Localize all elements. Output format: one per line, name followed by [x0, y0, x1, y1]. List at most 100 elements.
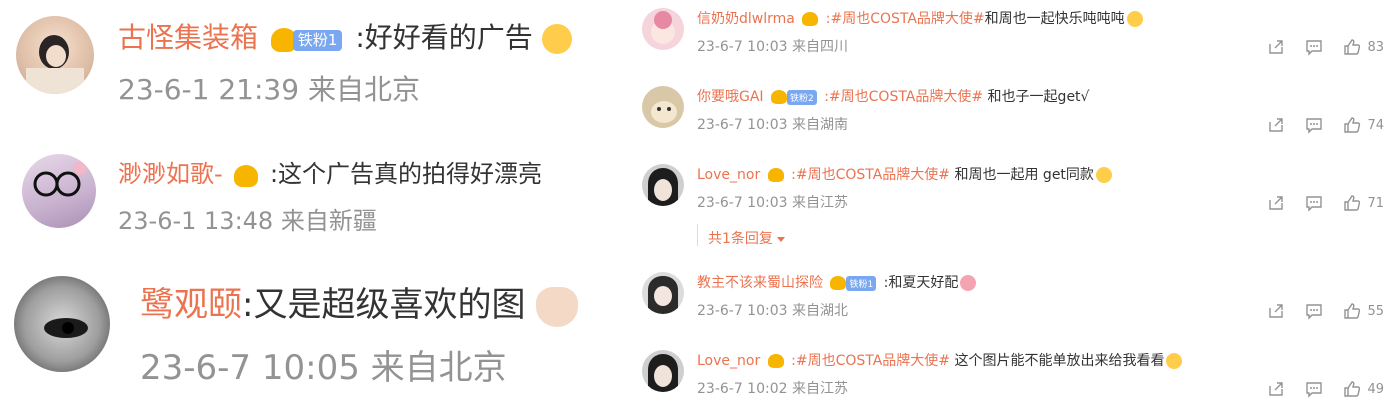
comment-line: 渺渺如歌- :这个广告真的拍得好漂亮 — [118, 156, 542, 193]
topic-link[interactable]: :#周也COSTA品牌大使# — [824, 89, 983, 105]
comment-meta: 23-6-7 10:02 来自江苏 — [697, 381, 848, 397]
avatar[interactable] — [642, 164, 684, 206]
comment-line: 你要哦GAI 铁粉2 :#周也COSTA品牌大使# 和也子一起get√ — [697, 86, 1089, 106]
username-link[interactable]: 信奶奶dlwlrma — [697, 11, 795, 27]
username-link[interactable]: Love_nor — [697, 167, 760, 183]
fan-badge[interactable]: 铁粉1 — [270, 19, 343, 59]
fan-badge[interactable] — [234, 157, 259, 193]
comment-meta: 23-6-1 21:39 来自北京 — [118, 73, 420, 106]
fan-badge[interactable]: 铁粉1 — [830, 275, 877, 291]
username-link[interactable]: Love_nor — [697, 353, 760, 369]
comment-icon — [1306, 196, 1323, 212]
comment-item: 渺渺如歌- :这个广告真的拍得好漂亮 23-6-1 13:48 来自新疆 — [0, 140, 628, 260]
comment-line: 古怪集装箱 铁粉1 :好好看的广告 — [118, 18, 572, 59]
crown-icon — [767, 167, 784, 183]
comment-item: 教主不该来蜀山探险 铁粉1 :和夏天好配 23-6-7 10:03 来自湖北 5… — [628, 272, 1396, 336]
avatar[interactable] — [642, 272, 684, 314]
username-link[interactable]: 古怪集装箱 — [118, 21, 258, 54]
pink-girl-icon — [960, 275, 977, 291]
avatar[interactable] — [642, 86, 684, 128]
comment-button[interactable] — [1305, 302, 1323, 320]
comment-meta: 23-6-7 10:03 来自湖北 — [697, 303, 848, 319]
fan-badge[interactable]: 铁粉2 — [771, 89, 817, 105]
comment-button[interactable] — [1305, 380, 1323, 398]
comment-text: 这个图片能不能单放出来给我看看 — [950, 353, 1165, 369]
like-icon — [1344, 117, 1361, 133]
comment-item: 鹭观颐:又是超级喜欢的图 23-6-7 10:05 来自北京 — [0, 270, 628, 402]
comment-button[interactable] — [1305, 38, 1323, 56]
like-icon — [1344, 195, 1361, 211]
comment-text: :好好看的广告 — [355, 21, 533, 54]
share-button[interactable] — [1267, 38, 1285, 56]
comment-item: 古怪集装箱 铁粉1 :好好看的广告 23-6-1 21:39 来自北京 — [0, 0, 628, 130]
comment-button[interactable] — [1305, 116, 1323, 134]
comment-text: :这个广告真的拍得好漂亮 — [269, 160, 543, 188]
share-icon — [1269, 118, 1284, 132]
share-button[interactable] — [1267, 194, 1285, 212]
topic-link[interactable]: :#周也COSTA品牌大使# — [791, 167, 950, 183]
comment-line: 鹭观颐:又是超级喜欢的图 — [140, 282, 579, 328]
flower-girl-sticker-icon — [536, 286, 579, 327]
caret-down-icon — [776, 237, 785, 242]
username-link[interactable]: 教主不该来蜀山探险 — [697, 275, 823, 291]
username-link[interactable]: 你要哦GAI — [697, 89, 764, 105]
comment-icon — [1306, 382, 1323, 398]
like-button[interactable]: 71 — [1343, 194, 1384, 212]
like-count: 49 — [1367, 381, 1384, 397]
topic-link[interactable]: :#周也COSTA品牌大使# — [826, 11, 985, 27]
action-bar: 49 — [1247, 380, 1384, 398]
share-icon — [1269, 382, 1284, 396]
comment-item: 信奶奶dlwlrma :#周也COSTA品牌大使#和周也一起快乐吨吨吨 23-6… — [628, 8, 1396, 72]
comment-button[interactable] — [1305, 194, 1323, 212]
like-icon — [1344, 381, 1361, 397]
comment-item: Love_nor :#周也COSTA品牌大使# 这个图片能不能单放出来给我看看 … — [628, 350, 1396, 402]
avatar[interactable] — [22, 154, 96, 228]
like-button[interactable]: 49 — [1343, 380, 1384, 398]
comment-meta: 23-6-7 10:03 来自湖南 — [697, 117, 848, 133]
comment-meta: 23-6-1 13:48 来自新疆 — [118, 207, 377, 235]
share-icon — [1269, 40, 1284, 54]
comment-line: Love_nor :#周也COSTA品牌大使# 这个图片能不能单放出来给我看看 — [697, 350, 1183, 370]
right-comment-panel: 信奶奶dlwlrma :#周也COSTA品牌大使#和周也一起快乐吨吨吨 23-6… — [628, 0, 1396, 402]
share-button[interactable] — [1267, 380, 1285, 398]
comment-text: 和周也一起用 get同款 — [950, 167, 1094, 183]
action-bar: 74 — [1247, 116, 1384, 134]
comment-meta: 23-6-7 10:05 来自北京 — [140, 348, 507, 388]
crown-icon — [234, 165, 259, 187]
crown-icon — [767, 353, 784, 369]
crying-face-icon — [541, 24, 572, 54]
like-button[interactable]: 55 — [1343, 302, 1384, 320]
share-icon — [1269, 196, 1284, 210]
share-button[interactable] — [1267, 302, 1285, 320]
comment-meta: 23-6-7 10:03 来自江苏 — [697, 195, 848, 211]
replies-toggle[interactable]: 共1条回复 — [708, 228, 786, 248]
avatar[interactable] — [642, 350, 684, 392]
raising-hand-icon — [1166, 353, 1183, 369]
topic-link[interactable]: :#周也COSTA品牌大使# — [791, 353, 950, 369]
comment-line: 信奶奶dlwlrma :#周也COSTA品牌大使#和周也一起快乐吨吨吨 — [697, 8, 1143, 28]
like-count: 55 — [1367, 303, 1384, 319]
left-comment-panel: 古怪集装箱 铁粉1 :好好看的广告 23-6-1 21:39 来自北京 渺渺如歌… — [0, 0, 628, 402]
comment-icon — [1306, 40, 1323, 56]
share-icon — [1269, 304, 1284, 318]
username-link[interactable]: 渺渺如歌- — [118, 160, 223, 188]
comment-line: 教主不该来蜀山探险 铁粉1 :和夏天好配 — [697, 272, 977, 292]
like-button[interactable]: 83 — [1343, 38, 1384, 56]
like-button[interactable]: 74 — [1343, 116, 1384, 134]
comment-meta: 23-6-7 10:03 来自四川 — [697, 39, 848, 55]
avatar[interactable] — [16, 16, 94, 94]
reply-divider — [697, 224, 698, 246]
comment-item: Love_nor :#周也COSTA品牌大使# 和周也一起用 get同款 23-… — [628, 164, 1396, 256]
username-link[interactable]: 鹭观颐 — [140, 285, 242, 325]
drinking-face-icon — [1126, 11, 1143, 27]
crown-icon — [802, 11, 819, 27]
like-count: 74 — [1367, 117, 1384, 133]
action-bar: 55 — [1247, 302, 1384, 320]
action-bar: 83 — [1247, 38, 1384, 56]
avatar[interactable] — [14, 276, 110, 372]
comment-item: 你要哦GAI 铁粉2 :#周也COSTA品牌大使# 和也子一起get√ 23-6… — [628, 86, 1396, 150]
comment-text: 和也子一起get√ — [983, 89, 1090, 105]
like-count: 83 — [1367, 39, 1384, 55]
avatar[interactable] — [642, 8, 684, 50]
share-button[interactable] — [1267, 116, 1285, 134]
